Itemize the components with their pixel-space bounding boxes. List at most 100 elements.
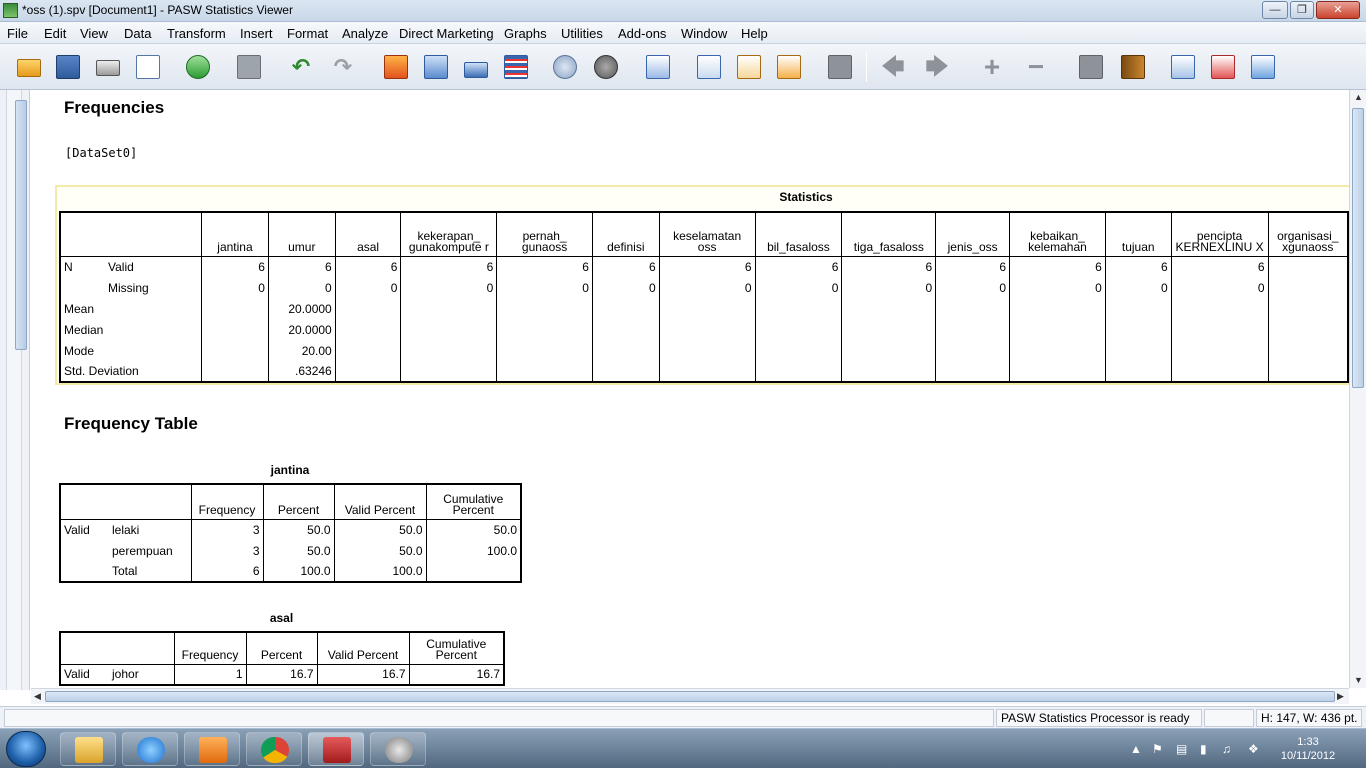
designate-window-button[interactable] — [643, 52, 673, 82]
category-label: lelaki — [112, 522, 140, 537]
taskbar-app[interactable] — [370, 732, 426, 766]
menu-analyze[interactable]: Analyze — [342, 26, 388, 41]
jantina-frequency-table[interactable]: Frequency Percent Valid Percent Cumulati… — [59, 483, 522, 583]
statistics-table[interactable]: jantina umur asal kekerapan_ gunakompute… — [59, 211, 1349, 383]
recall-dialog-button[interactable] — [234, 52, 264, 82]
goto-variable-button[interactable] — [461, 52, 491, 82]
table-cell — [400, 319, 498, 340]
table-cell — [496, 319, 593, 340]
row-label-primary: Std. Deviation — [64, 364, 139, 378]
show-hidden-icons-icon[interactable]: ▲ — [1130, 742, 1142, 756]
undo-button[interactable]: ↶ — [286, 52, 316, 82]
menu-data[interactable]: Data — [124, 26, 151, 41]
table-cell — [1267, 255, 1349, 277]
insert-heading-button[interactable] — [734, 52, 764, 82]
table-cell: 20.0000 — [267, 298, 336, 319]
row-label: Valid johor — [59, 663, 175, 685]
vertical-scroll-thumb[interactable] — [1352, 108, 1364, 388]
column-header: Percent — [262, 483, 335, 520]
output-viewer-content: Frequencies [DataSet0] Statistics jantin… — [31, 90, 1349, 688]
menu-direct-marketing[interactable]: Direct Marketing — [399, 26, 494, 41]
goto-case-button[interactable] — [421, 52, 451, 82]
scroll-right-icon[interactable]: ▶ — [1337, 691, 1344, 702]
expand-button[interactable]: + — [977, 52, 1007, 82]
menu-utilities[interactable]: Utilities — [561, 26, 603, 41]
group-label: Valid — [64, 522, 90, 537]
save-button[interactable] — [53, 52, 83, 82]
column-header: Frequency — [173, 631, 247, 665]
scroll-up-icon[interactable]: ▲ — [1354, 92, 1363, 102]
column-header: Valid Percent — [333, 483, 427, 520]
demote-button[interactable]: 🡆 — [922, 52, 952, 82]
dropbox-icon[interactable]: ❖ — [1248, 742, 1259, 756]
table-cell — [935, 340, 1011, 361]
horizontal-scrollbar[interactable]: ◀ ▶ — [31, 688, 1349, 704]
outline-scroll-thumb[interactable] — [15, 100, 27, 350]
print-button[interactable] — [93, 52, 123, 82]
pivot-button[interactable] — [1168, 52, 1198, 82]
scroll-left-icon[interactable]: ◀ — [34, 691, 41, 702]
variables-button[interactable] — [501, 52, 531, 82]
table-cell: 0 — [267, 277, 336, 298]
maximize-button[interactable]: ❐ — [1290, 1, 1314, 19]
menu-view[interactable]: View — [80, 26, 108, 41]
action-center-icon[interactable]: ⚑ — [1152, 742, 1163, 756]
menu-format[interactable]: Format — [287, 26, 328, 41]
network-signal-icon[interactable]: ▮ — [1200, 742, 1207, 756]
show-all-button[interactable] — [591, 52, 621, 82]
table-cell: 6 — [1009, 255, 1106, 277]
menu-help[interactable]: Help — [741, 26, 768, 41]
title-bar: *oss (1).spv [Document1] - PASW Statisti… — [0, 0, 1366, 22]
hide-button[interactable] — [1118, 52, 1148, 82]
taskbar-internet-explorer[interactable] — [122, 732, 178, 766]
close-button[interactable]: ✕ — [1316, 1, 1360, 19]
horizontal-scroll-thumb[interactable] — [45, 691, 1335, 702]
export-icon — [186, 55, 210, 79]
print-preview-button[interactable] — [133, 52, 163, 82]
menu-file[interactable]: File — [7, 26, 28, 41]
export-button[interactable] — [183, 52, 213, 82]
goto-data-button[interactable] — [381, 52, 411, 82]
outline-scrollbar[interactable] — [6, 90, 27, 690]
show-button[interactable] — [1076, 52, 1106, 82]
taskbar-media-player[interactable] — [184, 732, 240, 766]
open-button[interactable] — [14, 52, 44, 82]
taskbar-chrome[interactable] — [246, 732, 302, 766]
collapse-button[interactable]: − — [1021, 52, 1051, 82]
insert-text-button[interactable] — [825, 52, 855, 82]
table-cell: 100.0 — [425, 540, 522, 561]
menu-edit[interactable]: Edit — [44, 26, 66, 41]
row-label: perempuan — [59, 540, 192, 561]
taskbar-explorer[interactable] — [60, 732, 116, 766]
menu-transform[interactable]: Transform — [167, 26, 226, 41]
usb-icon[interactable]: ▤ — [1176, 742, 1187, 756]
promote-button[interactable]: 🡄 — [878, 52, 908, 82]
insert-output-button[interactable] — [694, 52, 724, 82]
system-clock[interactable]: 1:33 10/11/2012 — [1280, 735, 1336, 763]
category-label: Total — [112, 564, 138, 578]
menu-add-ons[interactable]: Add-ons — [618, 26, 666, 41]
redo-button[interactable]: ↷ — [328, 52, 358, 82]
table-cell: 0 — [1170, 277, 1269, 298]
scroll-down-icon[interactable]: ▼ — [1354, 675, 1363, 685]
use-sets-button[interactable] — [550, 52, 580, 82]
table-row: Valid lelaki 3 50.0 50.0 50.0 — [59, 518, 522, 540]
start-button[interactable] — [6, 731, 46, 767]
minimize-button[interactable]: — — [1262, 1, 1288, 19]
insert-title-button[interactable] — [774, 52, 804, 82]
menu-graphs[interactable]: Graphs — [504, 26, 547, 41]
output-button[interactable] — [1208, 52, 1238, 82]
media-player-icon — [199, 737, 227, 763]
column-header: jenis_oss — [935, 211, 1011, 257]
vertical-scrollbar[interactable]: ▲ ▼ — [1349, 90, 1366, 688]
row-label: Std. Deviation — [59, 361, 203, 383]
menu-insert[interactable]: Insert — [240, 26, 273, 41]
row-label: N Valid — [59, 255, 203, 277]
export-output-button[interactable] — [1248, 52, 1278, 82]
promote-icon: 🡄 — [881, 54, 905, 79]
volume-icon[interactable]: ♫ — [1222, 742, 1231, 756]
asal-frequency-table[interactable]: Frequency Percent Valid Percent Cumulati… — [59, 631, 505, 686]
taskbar-pasw-statistics[interactable] — [308, 732, 364, 766]
table-cell — [754, 319, 843, 340]
menu-window[interactable]: Window — [681, 26, 727, 41]
